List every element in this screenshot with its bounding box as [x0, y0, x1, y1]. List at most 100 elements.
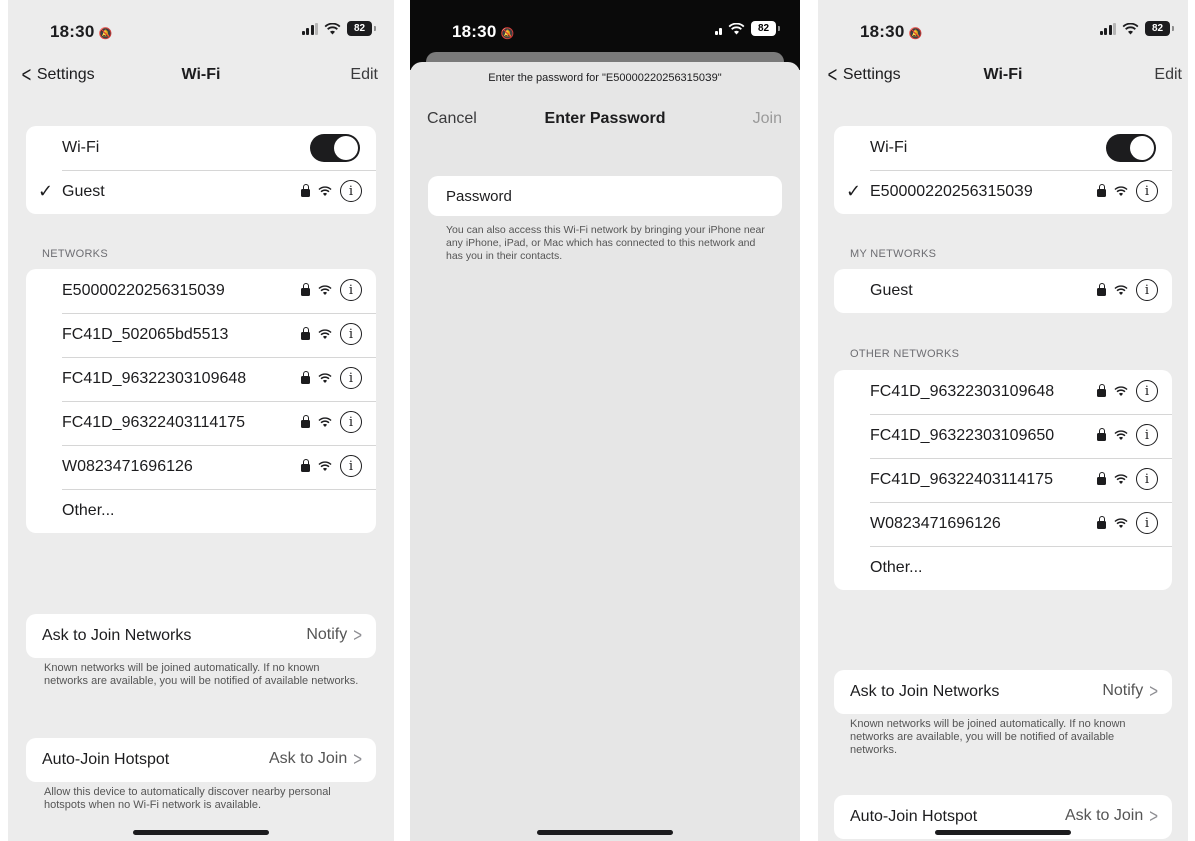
network-name: W0823471696126 [62, 458, 193, 475]
connected-network-row[interactable]: ✓ Guest i [26, 170, 376, 214]
status-indicators: 82 [301, 21, 376, 36]
other-network-row[interactable]: Other... [834, 546, 1172, 590]
wifi-toggle-switch[interactable] [1106, 134, 1156, 162]
sheet-title: Enter Password [544, 110, 666, 127]
other-network-row[interactable]: Other... [26, 489, 376, 533]
chevron-right-icon: > [1149, 679, 1158, 703]
wifi-status-icon [728, 22, 745, 34]
networks-group: E500002202563150З9 i FC41D_502065bd5513 i … [26, 269, 376, 533]
info-icon[interactable]: i [340, 455, 362, 477]
network-row[interactable]: W0823471696126 i [26, 445, 376, 489]
my-networks-header: MY NETWORKS [850, 248, 937, 260]
wifi-signal-icon [1114, 385, 1128, 396]
connected-network-row[interactable]: ✓ E500002202563150З9 i [834, 170, 1172, 214]
auto-join-group: Auto-Join Hotspot Ask to Join > [26, 738, 376, 782]
auto-join-footer: Allow this device to automatically disco… [44, 786, 331, 811]
join-button[interactable]: Join [753, 110, 782, 128]
info-icon[interactable]: i [1136, 512, 1158, 534]
network-name: W0823471696126 [870, 515, 1001, 532]
network-row[interactable]: E500002202563150З9 i [26, 269, 376, 313]
home-indicator[interactable] [537, 830, 673, 835]
network-row[interactable]: FC41D_96322303109648 i [26, 357, 376, 401]
edit-button[interactable]: Edit [350, 66, 378, 84]
wifi-signal-icon [1114, 284, 1128, 295]
ask-to-join-label: Ask to Join Networks [42, 627, 192, 644]
lock-icon [1097, 384, 1106, 397]
status-bar: 18:30 🔕 82 [818, 0, 1188, 60]
ask-to-join-group: Ask to Join Networks Notify > [26, 614, 376, 658]
silent-bell-icon: 🔕 [500, 28, 515, 40]
password-sheet: Enter the password for "E500002202563150… [410, 62, 800, 841]
info-icon[interactable]: i [1136, 180, 1158, 202]
info-icon[interactable]: i [1136, 468, 1158, 490]
status-indicators: 82 [1099, 21, 1174, 36]
password-input[interactable] [446, 187, 782, 205]
network-row[interactable]: FC41D_96322303109650 i [834, 414, 1172, 458]
ask-to-join-row[interactable]: Ask to Join Networks Notify > [26, 614, 376, 658]
network-name: FC41D_96322303109650 [870, 427, 1055, 444]
wifi-signal-icon [1114, 517, 1128, 528]
wifi-signal-icon [1114, 473, 1128, 484]
lock-icon [301, 327, 310, 340]
wifi-toggle-row: Wi-Fi [26, 126, 376, 170]
ask-to-join-group: Ask to Join Networks Notify > [834, 670, 1172, 714]
lock-icon [1097, 516, 1106, 529]
wifi-toggle-switch[interactable] [310, 134, 360, 162]
wifi-signal-icon [318, 416, 332, 427]
network-name: Guest [62, 183, 105, 200]
network-row[interactable]: FC41D_96322403114175 i [834, 458, 1172, 502]
network-name: E500002202563150З9 [870, 183, 1033, 200]
ask-to-join-value: Notify [1102, 682, 1144, 699]
cellular-signal-icon [714, 23, 722, 35]
network-name: FC41D_96322403114175 [62, 414, 245, 431]
enter-password-screen: 18:30 🔕 82 Enter the password for "E50000… [410, 0, 800, 841]
info-icon[interactable]: i [340, 367, 362, 389]
lock-icon [301, 184, 310, 197]
silent-bell-icon: 🔕 [908, 28, 923, 40]
wifi-status-icon [1122, 22, 1139, 34]
chevron-right-icon: > [353, 623, 362, 647]
edit-button[interactable]: Edit [1154, 66, 1182, 84]
wifi-settings-screen: 18:30 🔕 82 < Settings Wi-Fi Edit Wi-Fi ✓ G… [8, 0, 394, 841]
battery-icon: 82 [347, 21, 376, 36]
wifi-settings-connected-screen: 18:30 🔕 82 < Settings Wi-Fi Edit Wi-Fi ✓ E… [818, 0, 1188, 841]
ask-to-join-row[interactable]: Ask to Join Networks Notify > [834, 670, 1172, 714]
auto-join-label: Auto-Join Hotspot [42, 751, 170, 768]
wifi-signal-icon [318, 284, 332, 295]
wifi-signal-icon [318, 185, 332, 196]
network-row[interactable]: FC41D_502065bd5513 i [26, 313, 376, 357]
info-icon[interactable]: i [340, 180, 362, 202]
status-time: 18:30 🔕 [50, 22, 113, 41]
info-icon[interactable]: i [340, 279, 362, 301]
info-icon[interactable]: i [340, 323, 362, 345]
info-icon[interactable]: i [340, 411, 362, 433]
checkmark-icon: ✓ [38, 181, 54, 201]
info-icon[interactable]: i [1136, 380, 1158, 402]
network-row[interactable]: FC41D_96322403114175 i [26, 401, 376, 445]
password-field[interactable] [428, 176, 782, 216]
info-icon[interactable]: i [1136, 424, 1158, 446]
wifi-signal-icon [318, 328, 332, 339]
wifi-status-icon [324, 22, 341, 34]
network-row[interactable]: W0823471696126 i [834, 502, 1172, 546]
status-time: 18:30 🔕 [860, 22, 923, 41]
wifi-signal-icon [318, 460, 332, 471]
cellular-signal-icon [1099, 22, 1116, 35]
home-indicator[interactable] [935, 830, 1071, 835]
chevron-right-icon: > [353, 747, 362, 771]
lock-icon [1097, 472, 1106, 485]
battery-icon: 82 [751, 21, 780, 36]
lock-icon [301, 283, 310, 296]
checkmark-icon: ✓ [846, 181, 862, 201]
page-title: Wi-Fi [181, 66, 221, 83]
lock-icon [301, 371, 310, 384]
auto-join-row[interactable]: Auto-Join Hotspot Ask to Join > [26, 738, 376, 782]
network-row[interactable]: FC41D_96322303109648 i [834, 370, 1172, 414]
network-row[interactable]: Guest i [834, 269, 1172, 313]
info-icon[interactable]: i [1136, 279, 1158, 301]
password-prompt: Enter the password for "E500002202563150… [488, 72, 722, 84]
password-hint: You can also access this Wi-Fi network b… [446, 224, 765, 262]
home-indicator[interactable] [133, 830, 269, 835]
ask-to-join-label: Ask to Join Networks [850, 683, 1000, 700]
lock-icon [301, 415, 310, 428]
